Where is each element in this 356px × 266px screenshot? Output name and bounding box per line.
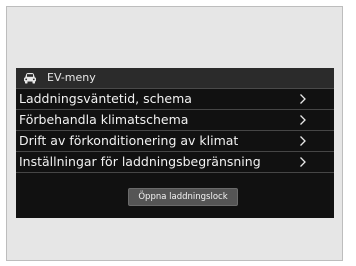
menu-item-climate-preconditioning[interactable]: Drift av förkonditionering av klimat bbox=[16, 131, 334, 152]
menu-item-charge-limit-settings[interactable]: Inställningar för laddningsbegränsning bbox=[16, 152, 334, 173]
infotainment-screen: EV-meny Laddningsväntetid, schema Förbeh… bbox=[16, 68, 334, 218]
ev-menu-list: Laddningsväntetid, schema Förbehandla kl… bbox=[16, 89, 334, 173]
chevron-right-icon bbox=[300, 157, 306, 167]
menu-item-charging-schedule[interactable]: Laddningsväntetid, schema bbox=[16, 89, 334, 110]
menu-title: EV-meny bbox=[47, 71, 96, 84]
car-icon bbox=[24, 73, 36, 84]
menu-item-climate-schedule[interactable]: Förbehandla klimatschema bbox=[16, 110, 334, 131]
menu-item-label: Förbehandla klimatschema bbox=[19, 112, 189, 127]
menu-item-label: Laddningsväntetid, schema bbox=[19, 91, 192, 106]
display-frame: EV-meny Laddningsväntetid, schema Förbeh… bbox=[6, 6, 343, 261]
open-charge-port-button[interactable]: Öppna laddningslock bbox=[128, 188, 238, 206]
chevron-right-icon bbox=[300, 115, 306, 125]
menu-header: EV-meny bbox=[16, 68, 334, 89]
chevron-right-icon bbox=[300, 94, 306, 104]
chevron-right-icon bbox=[300, 136, 306, 146]
menu-item-label: Inställningar för laddningsbegränsning bbox=[19, 154, 261, 169]
menu-item-label: Drift av förkonditionering av klimat bbox=[19, 133, 239, 148]
